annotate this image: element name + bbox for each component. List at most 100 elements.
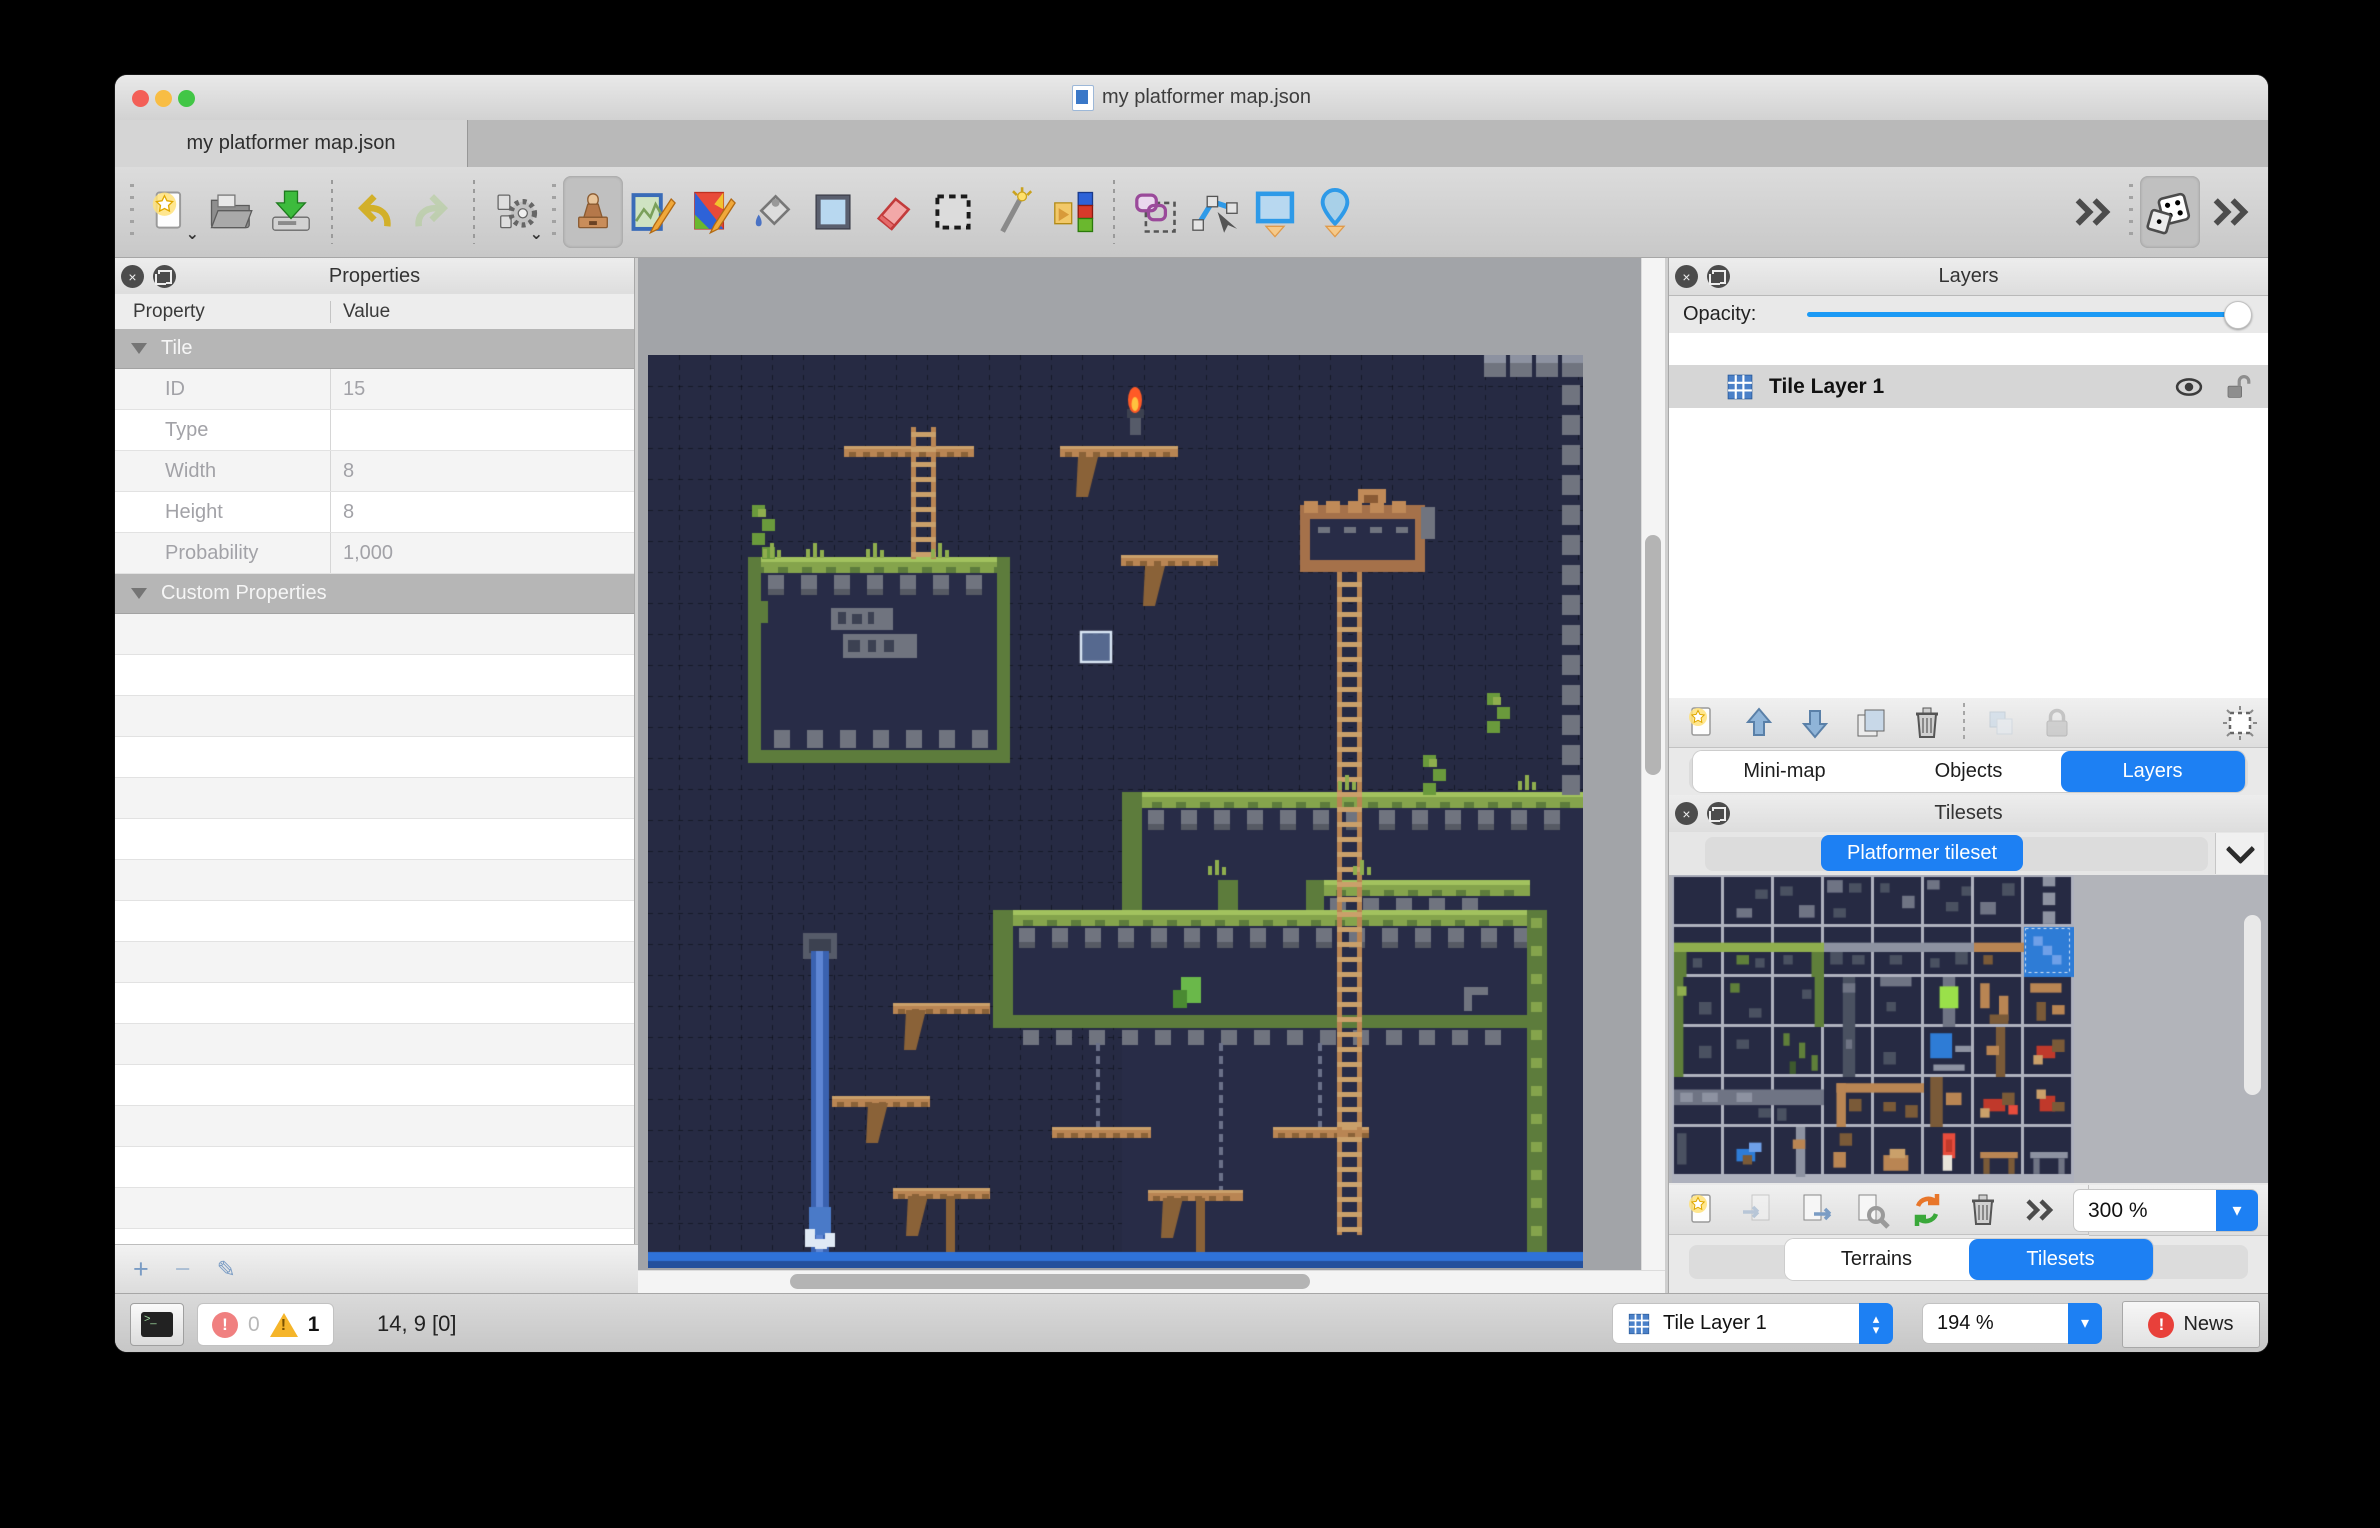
empty-row: [115, 614, 634, 655]
dimsq-icon: [1981, 703, 2021, 743]
section-header-tile[interactable]: Tile: [115, 329, 634, 369]
empty-row: [115, 1065, 634, 1106]
close-panel-icon[interactable]: ×: [121, 265, 144, 288]
properties-panel-title: Properties: [329, 265, 420, 288]
map-horizontal-scrollbar[interactable]: [638, 1270, 1665, 1293]
chevd-icon: [2019, 1190, 2059, 1230]
tab-platformer-tileset[interactable]: Platformer tileset: [1821, 835, 2023, 871]
terrain-brush-tool[interactable]: [623, 176, 683, 248]
edit-tileset-button[interactable]: [1843, 1187, 1899, 1233]
stamp-icon: [567, 186, 619, 238]
float-panel-icon[interactable]: [1707, 802, 1730, 825]
new-layer-button[interactable]: [1675, 700, 1731, 746]
stamp-brush-tool[interactable]: [563, 176, 623, 248]
layer-unlocked-icon[interactable]: [2220, 371, 2252, 403]
property-row-type[interactable]: Type: [115, 410, 634, 451]
select-same-tile-tool[interactable]: [1043, 176, 1103, 248]
bucket-icon: [747, 186, 799, 238]
highlight-current-layer-button[interactable]: [2212, 700, 2268, 746]
new-tileset-button[interactable]: [1675, 1187, 1731, 1233]
remove-property-button[interactable]: −: [175, 1254, 191, 1285]
save-file-button[interactable]: [261, 176, 321, 248]
delete-layer-button[interactable]: [1899, 700, 1955, 746]
float-panel-icon[interactable]: [1707, 265, 1730, 288]
property-row-height[interactable]: Height8: [115, 492, 634, 533]
map-canvas[interactable]: [648, 355, 1583, 1268]
tab-objects[interactable]: Objects: [1877, 751, 2061, 792]
chevron-down-icon[interactable]: ▾: [2068, 1303, 2102, 1344]
edit-terrain-tool[interactable]: [683, 176, 743, 248]
reload-tileset-button[interactable]: [1899, 1187, 1955, 1233]
insert-point-tool[interactable]: [1305, 176, 1365, 248]
duplicate-layer-button[interactable]: [1843, 700, 1899, 746]
map-vertical-scrollbar[interactable]: [1641, 258, 1665, 1271]
magic-wand-tool[interactable]: [983, 176, 1043, 248]
layer-row-tile-layer-1[interactable]: Tile Layer 1: [1669, 365, 2268, 408]
sametile-icon: [1047, 186, 1099, 238]
tools-overflow-button[interactable]: [2200, 176, 2260, 248]
random-mode-button[interactable]: [2140, 176, 2200, 248]
export-tileset-button[interactable]: [1787, 1187, 1843, 1233]
issues-indicator[interactable]: ! 0 1: [197, 1303, 334, 1346]
opacity-slider[interactable]: [1807, 301, 2250, 327]
stepper-icon[interactable]: ▴▾: [1859, 1303, 1893, 1344]
document-tab[interactable]: my platformer map.json: [115, 120, 468, 167]
news-button[interactable]: ! News: [2122, 1301, 2260, 1348]
edit-polygons-tool[interactable]: [1185, 176, 1245, 248]
tab-mini-map[interactable]: Mini-map: [1693, 751, 1877, 792]
raise-layer-button[interactable]: [1731, 700, 1787, 746]
insert-rectangle-tool[interactable]: [1245, 176, 1305, 248]
property-value[interactable]: 8: [330, 451, 634, 491]
layer-list[interactable]: Tile Layer 1: [1669, 333, 2268, 699]
close-panel-icon[interactable]: ×: [1675, 265, 1698, 288]
undo-button[interactable]: [343, 176, 403, 248]
toolbar-overflow-button[interactable]: [2062, 176, 2122, 248]
shape-fill-tool[interactable]: [803, 176, 863, 248]
tileset-canvas[interactable]: [1672, 875, 2074, 1183]
tileset-list-chevron-button[interactable]: [2215, 833, 2264, 874]
property-row-id[interactable]: ID15: [115, 369, 634, 410]
property-value[interactable]: [330, 410, 634, 450]
layer-visible-eye-icon[interactable]: [2172, 370, 2206, 404]
section-header-custom-properties[interactable]: Custom Properties: [115, 574, 634, 614]
window-title: my platformer map.json: [115, 75, 2268, 120]
property-value[interactable]: 1,000: [330, 533, 634, 573]
lower-layer-button[interactable]: [1787, 700, 1843, 746]
tab-terrains[interactable]: Terrains: [1785, 1239, 1969, 1280]
zoom-level-combo[interactable]: 194 % ▾: [1922, 1303, 2102, 1344]
tab-layers[interactable]: Layers: [2061, 751, 2245, 792]
edit-property-button[interactable]: ✎: [217, 1256, 236, 1283]
tab-tilesets[interactable]: Tilesets: [1969, 1239, 2153, 1280]
objsel-icon: [1129, 186, 1181, 238]
highlight-siblings-button[interactable]: [1973, 700, 2029, 746]
float-panel-icon[interactable]: [153, 265, 176, 288]
import-tileset-button[interactable]: [1731, 1187, 1787, 1233]
open-file-button[interactable]: [201, 176, 261, 248]
tileset-scrollbar[interactable]: [2242, 883, 2264, 1175]
property-row-width[interactable]: Width8: [115, 451, 634, 492]
property-value[interactable]: 8: [330, 492, 634, 532]
new-file-button[interactable]: ⌄: [141, 176, 201, 248]
lock-layer-button[interactable]: [2029, 700, 2085, 746]
property-row-probability[interactable]: Probability1,000: [115, 533, 634, 574]
rectangular-select-tool[interactable]: [923, 176, 983, 248]
console-button[interactable]: [130, 1303, 184, 1346]
tileset-zoom-combo[interactable]: 300 % ▾: [2073, 1189, 2258, 1232]
remove-tileset-button[interactable]: [1955, 1187, 2011, 1233]
empty-row: [115, 860, 634, 901]
redo-button[interactable]: [403, 176, 463, 248]
docin-icon: [1739, 1190, 1779, 1230]
add-property-button[interactable]: +: [133, 1254, 149, 1285]
eraser-tool[interactable]: [863, 176, 923, 248]
chevron-down-icon[interactable]: ▾: [2216, 1190, 2258, 1231]
select-objects-tool[interactable]: [1125, 176, 1185, 248]
property-value[interactable]: 15: [330, 369, 634, 409]
empty-row: [115, 1147, 634, 1188]
properties-table[interactable]: TileID15TypeWidth8Height8Probability1,00…: [115, 329, 634, 1245]
bucket-fill-tool[interactable]: [743, 176, 803, 248]
tileset-overflow-button[interactable]: [2011, 1187, 2067, 1233]
close-panel-icon[interactable]: ×: [1675, 802, 1698, 825]
automap-button[interactable]: ⌄: [485, 176, 545, 248]
opacity-slider-handle[interactable]: [2224, 301, 2252, 329]
layer-select-combo[interactable]: Tile Layer 1 ▴▾: [1612, 1303, 1893, 1344]
